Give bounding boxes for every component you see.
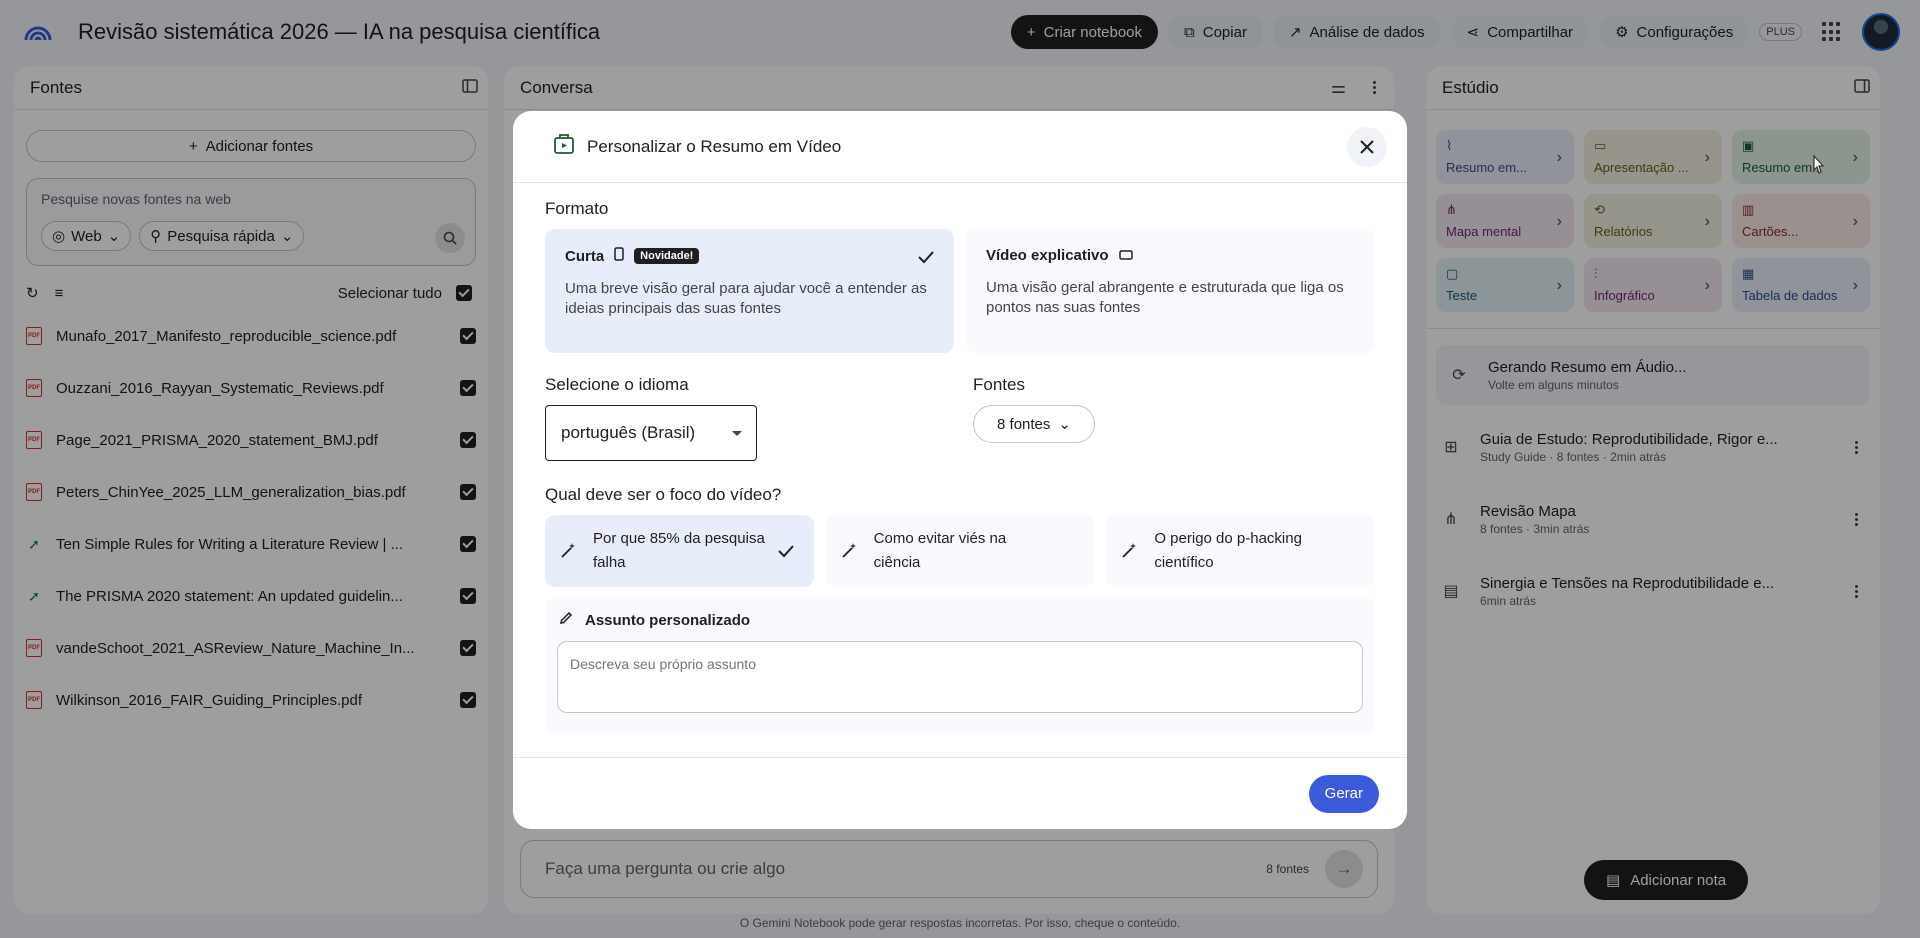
format-explainer-name: Vídeo explicativo (986, 247, 1109, 264)
dropdown-caret-icon (732, 430, 742, 436)
video-summary-icon (553, 133, 575, 160)
custom-subject-input[interactable] (557, 641, 1363, 713)
focus-option-text: Por que 85% da pesquisa falha (593, 530, 765, 571)
focus-option-text: O perigo do p-hacking científico (1154, 530, 1302, 571)
language-value: português (Brasil) (561, 423, 696, 442)
check-icon (777, 545, 794, 558)
format-label: Formato (545, 199, 609, 218)
landscape-screen-icon (1118, 247, 1133, 264)
focus-label: Qual deve ser o foco do vídeo? (545, 485, 782, 504)
sources-value: 8 fontes (997, 415, 1051, 433)
phone-icon (614, 247, 624, 265)
focus-option-text: Como evitar viés na ciência (873, 530, 1007, 571)
new-badge: Novidade! (634, 248, 700, 264)
format-short-description: Uma breve visão geral para ajudar você a… (565, 280, 927, 317)
language-label: Selecione o idioma (545, 375, 689, 394)
custom-subject-label: Assunto personalizado (585, 611, 751, 629)
format-explainer-description: Uma visão geral abrangente e estruturada… (986, 279, 1344, 316)
magic-wand-icon (1120, 542, 1142, 560)
close-button[interactable] (1347, 126, 1387, 167)
dialog-footer: Gerar (513, 757, 1407, 829)
language-select[interactable]: português (Brasil) (545, 405, 757, 461)
focus-option[interactable]: Por que 85% da pesquisa falha (545, 515, 814, 587)
generate-button[interactable]: Gerar (1308, 774, 1379, 813)
format-option-short[interactable]: Curta Novidade! Uma breve visão geral pa… (545, 229, 954, 353)
dialog-title: Personalizar o Resumo em Vídeo (587, 136, 842, 156)
check-icon (918, 251, 934, 264)
pencil-icon (559, 611, 573, 629)
magic-wand-icon (840, 542, 862, 560)
dialog-header: Personalizar o Resumo em Vídeo (513, 111, 1407, 183)
sources-label: Fontes (973, 375, 1025, 394)
video-summary-dialog: Personalizar o Resumo em Vídeo Formato C… (513, 111, 1407, 829)
custom-subject-box: Assunto personalizado (545, 597, 1375, 735)
magic-wand-icon (559, 542, 581, 560)
focus-option[interactable]: Como evitar viés na ciência (825, 515, 1095, 587)
mouse-cursor-icon (1813, 154, 1825, 174)
focus-options: Por que 85% da pesquisa falha Como evitar… (545, 515, 1376, 587)
format-option-explainer[interactable]: Vídeo explicativo Uma visão geral abrang… (966, 229, 1375, 353)
close-icon (1360, 139, 1374, 154)
focus-option[interactable]: O perigo do p-hacking científico (1106, 515, 1376, 587)
chevron-down-icon: ⌄ (1058, 416, 1071, 433)
format-short-name: Curta (565, 247, 605, 265)
sources-dropdown[interactable]: 8 fontes ⌄ (973, 405, 1095, 443)
